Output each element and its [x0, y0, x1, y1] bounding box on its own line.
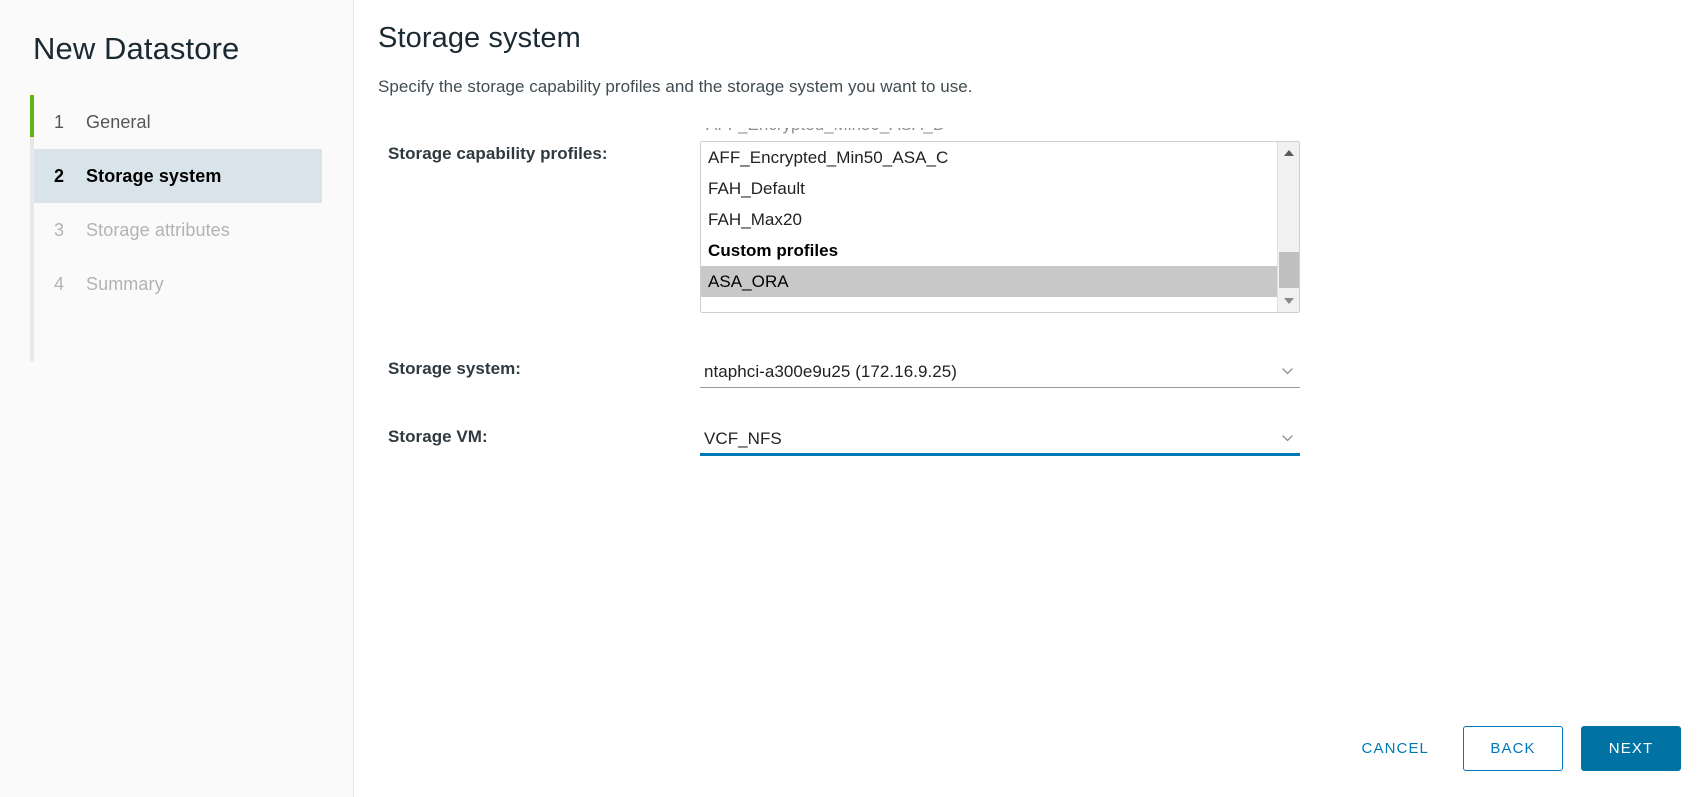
step-number: 3	[54, 219, 65, 240]
wizard-title: New Datastore	[33, 31, 240, 66]
wizard-steps: 1 General 2 Storage system 3 Storage att…	[0, 95, 353, 362]
step-label: Storage attributes	[86, 219, 230, 240]
step-number: 2	[54, 165, 65, 186]
caret-down-icon	[1283, 298, 1294, 304]
storage-vm-row: Storage VM: VCF_NFS	[388, 424, 1707, 456]
cancel-button[interactable]: CANCEL	[1344, 726, 1447, 771]
chevron-down-icon	[1281, 431, 1294, 444]
step-label: Storage system	[86, 165, 222, 186]
sidebar-step-summary: 4 Summary	[34, 257, 322, 311]
chevron-down-icon	[1281, 364, 1294, 377]
step-number: 4	[54, 273, 65, 294]
step-label: General	[86, 111, 151, 132]
list-item[interactable]: FAH_Max20	[701, 204, 1299, 235]
step-number: 1	[54, 111, 65, 132]
capability-profiles-row: Storage capability profiles: AFF_Encrypt…	[388, 128, 1707, 313]
clipped-list-item: AFF_Encrypted_Min50_ASA_D	[706, 128, 1270, 142]
list-item-selected[interactable]: ASA_ORA	[701, 266, 1299, 297]
storage-vm-select[interactable]: VCF_NFS	[700, 424, 1300, 456]
storage-system-row: Storage system: ntaphci-a300e9u25 (172.1…	[388, 356, 1707, 388]
capability-profiles-listbox-wrap: AFF_Encrypted_Min50_ASA_D AFF_Encrypted_…	[700, 128, 1300, 313]
caret-up-icon	[1283, 150, 1294, 156]
wizard-sidebar: New Datastore 1 General 2 Storage system…	[0, 0, 354, 797]
scroll-down-button[interactable]	[1278, 290, 1299, 312]
back-button[interactable]: BACK	[1463, 726, 1563, 771]
storage-vm-label: Storage VM:	[388, 427, 488, 446]
sidebar-step-general[interactable]: 1 General	[34, 95, 322, 149]
page-title: Storage system	[378, 22, 581, 54]
storage-vm-value: VCF_NFS	[704, 428, 782, 448]
next-button[interactable]: NEXT	[1581, 726, 1681, 771]
wizard-content: Storage system Specify the storage capab…	[354, 0, 1707, 797]
list-item[interactable]: FAH_Default	[701, 173, 1299, 204]
new-datastore-wizard: New Datastore 1 General 2 Storage system…	[0, 0, 1707, 797]
list-item[interactable]: AFF_Encrypted_Min50_ASA_C	[701, 142, 1299, 173]
storage-system-label: Storage system:	[388, 359, 522, 378]
listbox-items: AFF_Encrypted_Min50_ASA_C FAH_Default FA…	[701, 142, 1299, 297]
sidebar-step-storage-attributes: 3 Storage attributes	[34, 203, 322, 257]
storage-system-value: ntaphci-a300e9u25 (172.16.9.25)	[704, 361, 957, 381]
listbox-scrollbar[interactable]	[1277, 142, 1299, 312]
capability-profiles-field: AFF_Encrypted_Min50_ASA_D AFF_Encrypted_…	[700, 128, 1300, 313]
scroll-up-button[interactable]	[1278, 142, 1299, 164]
sidebar-step-storage-system[interactable]: 2 Storage system	[34, 149, 322, 204]
storage-system-field: ntaphci-a300e9u25 (172.16.9.25)	[700, 356, 1300, 388]
storage-system-select[interactable]: ntaphci-a300e9u25 (172.16.9.25)	[700, 356, 1300, 388]
wizard-footer: CANCEL BACK NEXT	[1344, 726, 1681, 771]
capability-profiles-label: Storage capability profiles:	[388, 144, 608, 163]
scrollbar-thumb[interactable]	[1279, 252, 1299, 288]
storage-system-form: Storage capability profiles: AFF_Encrypt…	[378, 128, 1707, 456]
page-subtitle: Specify the storage capability profiles …	[378, 77, 973, 96]
capability-profiles-listbox[interactable]: AFF_Encrypted_Min50_ASA_C FAH_Default FA…	[700, 141, 1300, 313]
step-label: Summary	[86, 273, 164, 294]
list-item-group-header: Custom profiles	[708, 241, 839, 260]
storage-vm-field: VCF_NFS	[700, 424, 1300, 456]
